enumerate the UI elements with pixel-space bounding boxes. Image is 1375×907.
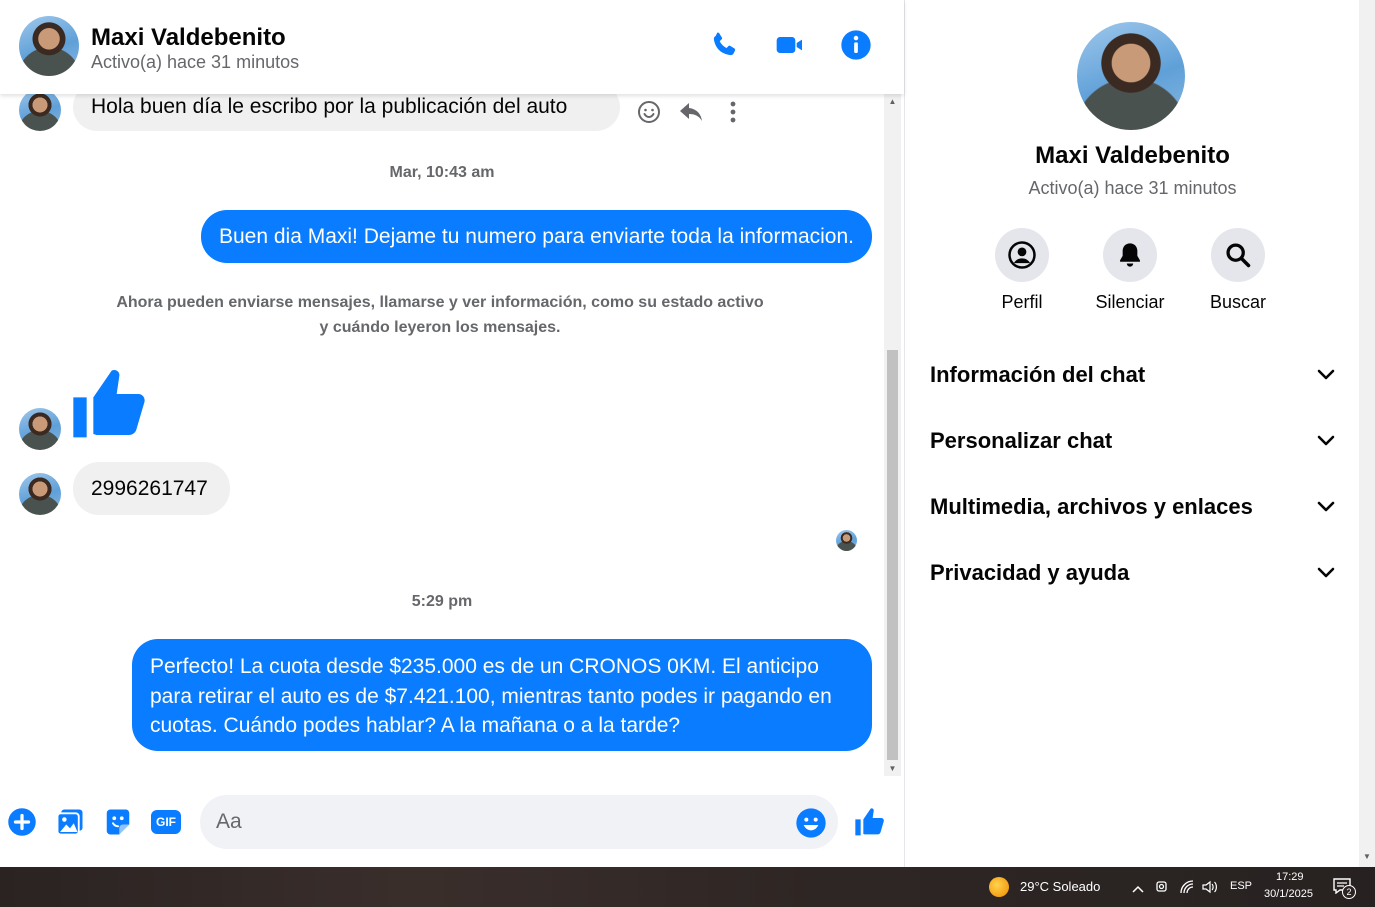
message-input[interactable] [200, 795, 838, 849]
section-customize-chat[interactable]: Personalizar chat [930, 419, 1335, 463]
wifi-icon [1180, 880, 1194, 894]
mute-action-circle [1103, 228, 1157, 282]
sender-avatar[interactable] [19, 473, 61, 515]
chevron-down-icon [1317, 567, 1335, 578]
bell-icon [1120, 243, 1140, 267]
thumbs-up-icon [855, 808, 884, 836]
page-scroll-down-arrow[interactable]: ▼ [1363, 852, 1371, 861]
windows-taskbar: 29°C Soleado ESP 17:29 30/1/2025 2 [0, 867, 1375, 907]
sender-avatar[interactable] [19, 408, 61, 450]
incoming-message[interactable]: Hola buen día le escribo por la publicac… [73, 94, 620, 131]
chevron-down-icon [1317, 369, 1335, 380]
more-options-button[interactable] [719, 98, 747, 126]
network-icon[interactable] [1179, 879, 1195, 900]
sticker-button[interactable] [101, 805, 135, 839]
video-camera-icon [776, 37, 802, 53]
mute-action-label: Silenciar [1095, 292, 1165, 312]
camera-tray-icon [1156, 881, 1167, 892]
call-button[interactable] [707, 28, 741, 62]
sender-avatar[interactable] [19, 94, 61, 131]
video-call-button[interactable] [773, 28, 807, 62]
section-label: Multimedia, archivos y enlaces [930, 494, 1253, 519]
sun-icon [989, 877, 1009, 897]
sticker-icon [106, 809, 130, 835]
notification-count-badge: 2 [1342, 885, 1356, 899]
outgoing-message[interactable]: Perfecto! La cuota desde $235.000 es de … [132, 639, 872, 751]
attach-photo-button[interactable] [53, 805, 87, 839]
plus-circle-icon [8, 808, 36, 836]
message-composer: GIF [0, 776, 904, 867]
search-action-circle [1211, 228, 1265, 282]
section-privacy-help[interactable]: Privacidad y ayuda [930, 551, 1335, 595]
search-action-button[interactable]: Buscar [1188, 228, 1288, 313]
mute-action-button[interactable]: Silenciar [1080, 228, 1180, 313]
page-scrollbar[interactable]: ▼ [1359, 0, 1375, 867]
volume-icon[interactable] [1201, 879, 1219, 900]
messenger-app: Maxi Valdebenito Activo(a) hace 31 minut… [0, 0, 1375, 867]
emoji-button[interactable] [795, 807, 827, 839]
scroll-thumb[interactable] [887, 350, 898, 760]
clock-time[interactable]: 17:29 [1276, 871, 1304, 883]
image-icon [56, 809, 83, 836]
profile-action-label: Perfil [1001, 292, 1043, 312]
section-label: Personalizar chat [930, 428, 1113, 453]
message-text: Perfecto! La cuota desde $235.000 es de … [150, 655, 832, 737]
incoming-message[interactable]: 2996261747 [73, 462, 230, 515]
message-timestamp: 5:29 pm [411, 593, 473, 610]
profile-status: Activo(a) hace 31 minutos [1028, 178, 1237, 198]
send-like-button[interactable] [853, 805, 887, 839]
messages-scrollbar[interactable]: ▲ ▼ [884, 94, 901, 776]
privacy-notice: Ahora pueden enviarse mensajes, llamarse… [116, 294, 764, 336]
outgoing-message[interactable]: Buen dia Maxi! Dejame tu numero para env… [200, 210, 872, 263]
section-label: Información del chat [930, 362, 1146, 387]
section-label: Privacidad y ayuda [930, 560, 1130, 585]
chevron-down-icon [1317, 435, 1335, 446]
info-icon [841, 30, 871, 60]
chat-header: Maxi Valdebenito Activo(a) hace 31 minut… [0, 0, 904, 94]
thumbs-up-icon [73, 370, 145, 438]
message-text: Hola buen día le escribo por la publicac… [91, 95, 568, 118]
clock-date[interactable]: 30/1/2025 [1264, 888, 1313, 900]
gif-button[interactable]: GIF [149, 805, 183, 839]
react-button[interactable] [635, 98, 663, 126]
conversation-info-button[interactable] [839, 28, 873, 62]
contact-name[interactable]: Maxi Valdebenito [91, 24, 286, 52]
chevron-up-icon [1132, 885, 1144, 893]
meet-now-icon[interactable] [1155, 879, 1169, 900]
reply-button[interactable] [677, 98, 705, 126]
read-receipt-avatar [836, 530, 857, 551]
section-media-files-links[interactable]: Multimedia, archivos y enlaces [930, 485, 1335, 529]
profile-avatar[interactable] [1077, 22, 1185, 130]
gif-icon: GIF [151, 810, 181, 834]
profile-action-circle [995, 228, 1049, 282]
message-text: 2996261747 [91, 476, 208, 500]
show-hidden-icons-button[interactable] [1131, 881, 1145, 899]
conversation-details-panel: Maxi Valdebenito Activo(a) hace 31 minut… [904, 0, 1359, 867]
language-indicator[interactable]: ESP [1230, 880, 1252, 892]
contact-status: Activo(a) hace 31 minutos [91, 52, 300, 72]
profile-action-button[interactable]: Perfil [972, 228, 1072, 313]
speaker-icon [1202, 880, 1217, 894]
search-icon [1226, 243, 1251, 268]
section-chat-info[interactable]: Información del chat [930, 353, 1335, 397]
phone-icon [713, 32, 736, 56]
message-text: Buen dia Maxi! Dejame tu numero para env… [218, 224, 854, 248]
contact-avatar[interactable] [19, 16, 79, 76]
message-list[interactable]: Hola buen día le escribo por la publicac… [0, 94, 884, 776]
scroll-up-arrow[interactable]: ▲ [888, 97, 897, 106]
scroll-down-arrow[interactable]: ▼ [888, 764, 897, 773]
message-timestamp: Mar, 10:43 am [389, 164, 495, 181]
reply-arrow-icon [680, 103, 702, 121]
smiley-icon [638, 101, 660, 123]
search-action-label: Buscar [1209, 292, 1267, 312]
chevron-down-icon [1317, 501, 1335, 512]
emoji-icon [796, 808, 826, 838]
more-vertical-icon [730, 101, 736, 123]
like-sticker[interactable] [70, 364, 150, 444]
weather-widget[interactable]: 29°C Soleado [1020, 879, 1100, 894]
profile-name: Maxi Valdebenito [1035, 142, 1230, 169]
more-actions-button[interactable] [5, 805, 39, 839]
profile-icon [1008, 241, 1036, 269]
notification-center-button[interactable]: 2 [1333, 878, 1356, 899]
